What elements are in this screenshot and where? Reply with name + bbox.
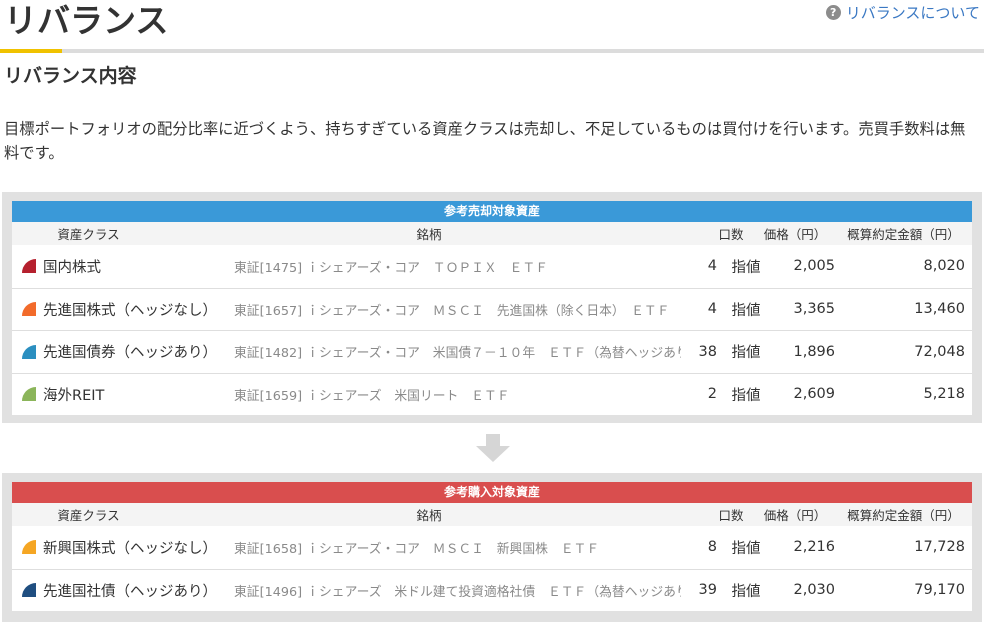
table-row: 国内株式 東証[1475] ｉシェアーズ・コア ＴＯＰＩＸ ＥＴＦ 4 指値 2…: [12, 245, 972, 288]
price: 2,609: [793, 386, 835, 403]
order-type: 指値: [731, 345, 761, 362]
order-type: 指値: [731, 387, 761, 404]
quantity: 2: [707, 386, 717, 403]
column-quantity: 口数: [718, 508, 744, 523]
arrow-down-icon: [476, 434, 510, 462]
price: 3,365: [793, 301, 835, 318]
table-row: 先進国社債（ヘッジあり） 東証[1496] ｉシェアーズ 米ドル建て投資適格社債…: [12, 568, 972, 611]
asset-class-label: 先進国債券（ヘッジあり）: [43, 345, 217, 362]
price: 1,896: [793, 343, 835, 360]
quantity: 4: [707, 301, 717, 318]
page-title: リバランス: [4, 1, 169, 40]
column-asset-class: 資産クラス: [57, 508, 120, 523]
quantity: 39: [698, 582, 717, 599]
asset-color-swatch: [22, 302, 36, 317]
sell-column-headers: 資産クラス 銘柄 口数 価格（円） 概算約定金額（円）: [12, 222, 972, 245]
fund-name: 東証[1657] ｉシェアーズ・コア ＭＳＣＩ 先進国株（除く日本） ＥＴＦ: [234, 303, 670, 319]
price: 2,030: [793, 582, 835, 599]
fund-name: 東証[1658] ｉシェアーズ・コア ＭＳＣＩ 新興国株 ＥＴＦ: [234, 541, 600, 557]
order-type: 指値: [731, 302, 761, 319]
title-divider: [0, 49, 984, 53]
price: 2,216: [793, 539, 835, 556]
question-icon: ?: [825, 5, 841, 20]
fund-name: 東証[1482] ｉシェアーズ・コア 米国債７－１０年 ＥＴＦ（為替ヘッジあり）: [234, 346, 681, 362]
sell-rows: 国内株式 東証[1475] ｉシェアーズ・コア ＴＯＰＩＸ ＥＴＦ 4 指値 2…: [12, 245, 972, 415]
amount: 5,218: [923, 386, 965, 403]
quantity: 4: [707, 258, 717, 275]
description-text: 目標ポートフォリオの配分比率に近づくよう、持ちすぎている資産クラスは売却し、不足…: [4, 120, 966, 162]
price: 2,005: [793, 258, 835, 275]
amount: 8,020: [923, 258, 965, 275]
amount: 17,728: [914, 539, 965, 556]
title-divider-accent: [0, 49, 62, 53]
asset-color-swatch: [22, 259, 36, 274]
asset-class-label: 海外REIT: [43, 387, 105, 404]
quantity: 38: [698, 343, 717, 360]
column-amount: 概算約定金額（円）: [847, 508, 960, 523]
table-row: 新興国株式（ヘッジなし） 東証[1658] ｉシェアーズ・コア ＭＳＣＩ 新興国…: [12, 526, 972, 569]
fund-name: 東証[1475] ｉシェアーズ・コア ＴＯＰＩＸ ＥＴＦ: [234, 260, 548, 276]
order-type: 指値: [731, 540, 761, 557]
sell-panel-title: 参考売却対象資産: [12, 201, 972, 222]
asset-color-swatch: [22, 344, 36, 359]
column-name: 銘柄: [416, 508, 442, 523]
help-link-label[interactable]: リバランスについて: [846, 2, 980, 23]
quantity: 8: [707, 539, 717, 556]
amount: 72,048: [914, 343, 965, 360]
asset-color-swatch: [22, 583, 36, 598]
buy-rows: 新興国株式（ヘッジなし） 東証[1658] ｉシェアーズ・コア ＭＳＣＩ 新興国…: [12, 526, 972, 611]
table-row: 海外REIT 東証[1659] ｉシェアーズ 米国リート ＥＴＦ 2 指値 2,…: [12, 372, 972, 415]
order-type: 指値: [731, 583, 761, 600]
column-amount: 概算約定金額（円）: [847, 227, 960, 242]
asset-class-label: 新興国株式（ヘッジなし）: [43, 540, 217, 557]
help-link[interactable]: ? リバランスについて: [825, 2, 980, 23]
column-name: 銘柄: [416, 227, 442, 242]
amount: 79,170: [914, 582, 965, 599]
order-type: 指値: [731, 259, 761, 276]
fund-name: 東証[1496] ｉシェアーズ 米ドル建て投資適格社債 ＥＴＦ（為替ヘッジあり）: [234, 584, 681, 600]
asset-class-label: 国内株式: [43, 259, 101, 276]
asset-color-swatch: [22, 540, 36, 555]
table-row: 先進国株式（ヘッジなし） 東証[1657] ｉシェアーズ・コア ＭＳＣＩ 先進国…: [12, 287, 972, 330]
section-heading: リバランス内容: [4, 65, 137, 87]
asset-class-label: 先進国株式（ヘッジなし）: [43, 302, 217, 319]
column-quantity: 口数: [718, 227, 744, 242]
asset-color-swatch: [22, 387, 36, 402]
sell-panel: 参考売却対象資産 資産クラス 銘柄 口数 価格（円） 概算約定金額（円） 国内株…: [2, 192, 982, 423]
fund-name: 東証[1659] ｉシェアーズ 米国リート ＥＴＦ: [234, 388, 510, 404]
asset-class-label: 先進国社債（ヘッジあり）: [43, 583, 217, 600]
column-price: 価格（円）: [763, 508, 827, 523]
table-row: 先進国債券（ヘッジあり） 東証[1482] ｉシェアーズ・コア 米国債７－１０年…: [12, 330, 972, 373]
buy-panel-title: 参考購入対象資産: [12, 482, 972, 503]
buy-column-headers: 資産クラス 銘柄 口数 価格（円） 概算約定金額（円）: [12, 503, 972, 526]
buy-panel: 参考購入対象資産 資産クラス 銘柄 口数 価格（円） 概算約定金額（円） 新興国…: [2, 473, 982, 622]
column-price: 価格（円）: [763, 227, 827, 242]
column-asset-class: 資産クラス: [57, 227, 120, 242]
amount: 13,460: [914, 301, 965, 318]
